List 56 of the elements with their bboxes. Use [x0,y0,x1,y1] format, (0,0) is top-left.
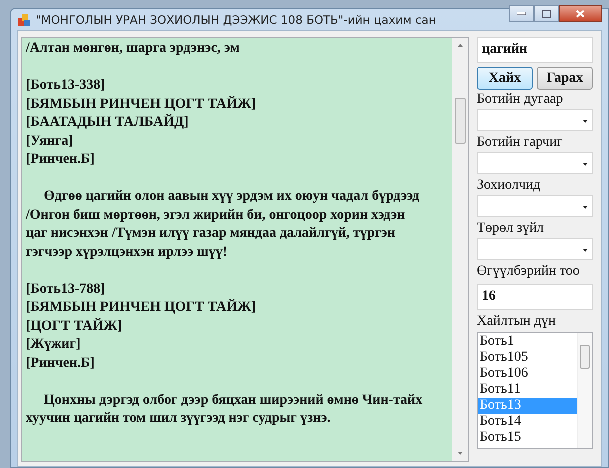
list-item[interactable]: Боть1 [478,334,577,350]
input-field[interactable]: 16 [477,284,593,310]
results-label: Хайлтын дүн [477,314,557,330]
field-label: Төрөл зүйл [477,221,546,237]
maximize-icon [542,10,551,18]
list-item[interactable]: Боть106 [478,366,577,382]
close-icon [576,10,585,18]
text-line: [Ринчен.Б] [26,354,95,372]
text-line: [ЦОГТ ТАЙЖ] [26,318,122,336]
text-line: [Жүжиг] [26,336,81,354]
paragraph-line: Өдгөө цагийн олон аавын хүү эрдэм их оюун чадал бүрдээд [43,188,420,206]
caret-icon [583,249,588,252]
text-line: [Боть13-338] [26,77,106,95]
app-icon [17,12,31,26]
dropdown[interactable] [477,238,593,260]
list-item[interactable]: Боть15 [478,430,577,446]
dropdown[interactable] [477,152,593,174]
paragraph-line: /Онгон биш мөртөөн, эгэл жирийн би, онгоцоор хорин хэдэн [26,206,406,224]
text-line: [БЯМБЫН РИНЧЕН ЦОГТ ТАЙЖ] [26,96,256,114]
caret-icon [583,206,588,209]
maximize-button[interactable] [534,5,559,22]
paragraph-line: гэгчээр хүрэлцэнхэн ирлээ шүү! [26,244,228,262]
caret-icon [583,163,588,166]
search-button[interactable]: Хайх [477,67,533,90]
scrollbar[interactable] [577,333,592,448]
list-item[interactable]: Боть11 [478,382,577,398]
scroll-down-icon[interactable] [458,452,462,455]
dropdown[interactable] [477,195,593,217]
minimize-button[interactable] [509,5,534,22]
scroll-thumb[interactable] [455,98,466,144]
minimize-icon [517,12,526,15]
paragraph-line: цаг нисэнхэн /Түмэн илүү газар мяндаа далайлгүй, түргэн [26,225,396,243]
caret-icon [583,120,588,123]
list-item[interactable]: Боть105 [478,350,577,366]
scroll-thumb[interactable] [580,345,590,369]
field-label: Ботийн гарчиг [477,135,564,151]
field-label: Зохиолчид [477,178,542,194]
text-line: /Алтан мөнгөн, шарга эрдэнэс, эм [26,40,240,58]
exit-button[interactable]: Гарах [537,67,593,90]
text-line: [Уянга] [26,132,74,150]
close-button[interactable] [559,5,602,22]
scrollbar[interactable] [452,38,468,461]
scroll-up-icon[interactable] [458,44,462,47]
list-item[interactable]: Боть14 [478,414,577,430]
field-label: Ботийн дугаар [477,92,564,108]
paragraph-line: хуучин цагийн том шил зүүгээд нэг судрыг үзнэ. [26,410,331,428]
field-label: Өгүүлбэрийн тоо [477,264,581,280]
text-line: [Боть13-788] [26,280,106,298]
window-title: "МОНГОЛЫН УРАН ЗОХИОЛЫН ДЭЭЖИС 108 БОТЬ"-ийн цахим сан [36,12,438,26]
results-list[interactable]: Боть1 Боть105 Боть106 Боть11 Боть13 Боть14 Боть15 [477,332,593,449]
text-line: [БЯМБЫН РИНЧЕН ЦОГТ ТАЙЖ] [26,299,256,317]
search-field[interactable]: цагийн [477,37,593,63]
dropdown[interactable] [477,109,593,131]
text-line: [БААТАДЫН ТАЛБАЙД] [26,114,189,132]
paragraph-line: Цонхны дэргэд олбог дээр бяцхан ширээний өмнө Чин-тайх [43,392,423,410]
text-line: [Ринчен.Б] [26,151,95,169]
